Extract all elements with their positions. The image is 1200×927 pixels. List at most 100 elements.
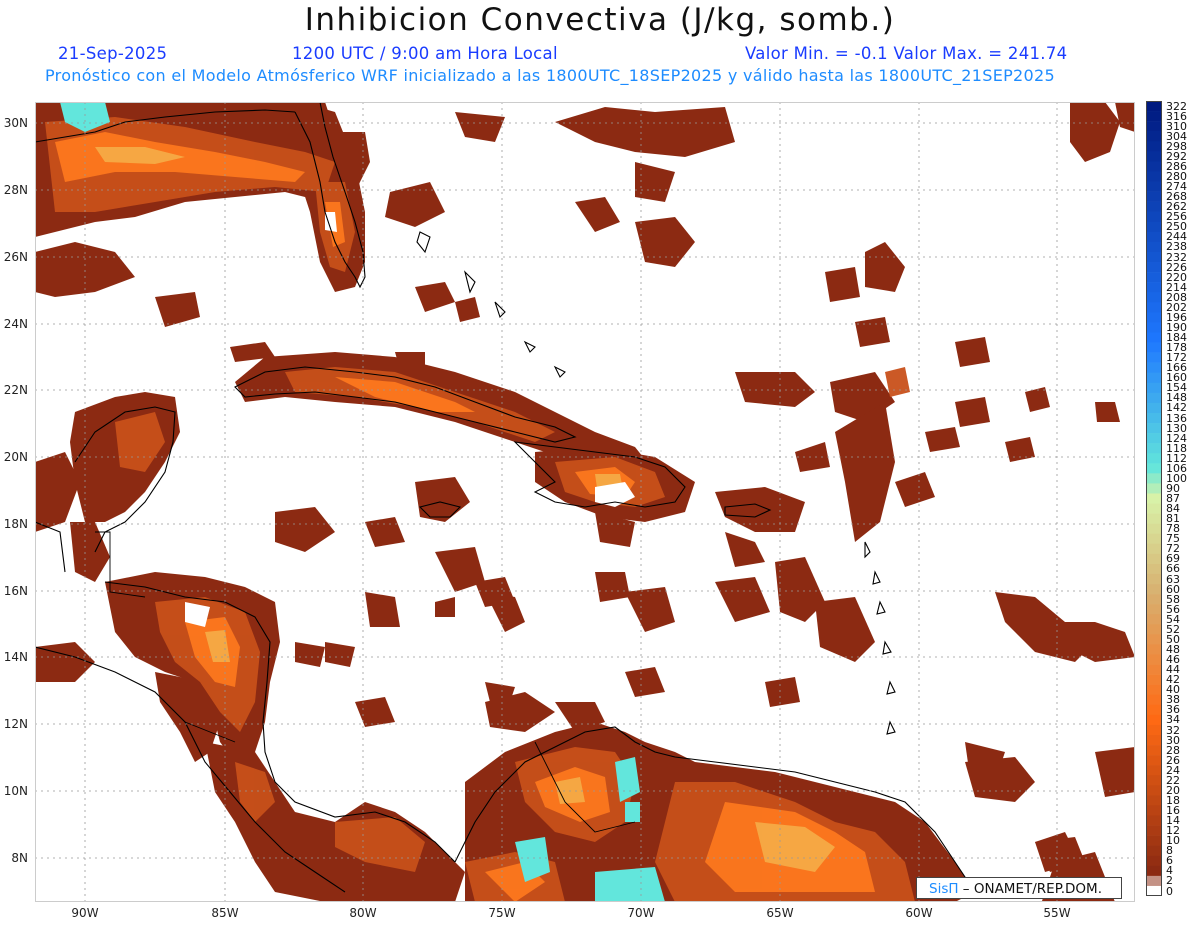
lat-label: 22N — [3, 383, 28, 397]
colorbar-swatch — [1146, 302, 1162, 313]
brand-logo: SisΠ — [929, 881, 959, 897]
colorbar-swatch — [1146, 332, 1162, 343]
lat-label: 10N — [3, 784, 28, 798]
colorbar-swatch — [1146, 171, 1162, 182]
colorbar-swatch — [1146, 433, 1162, 444]
colorbar-swatch — [1146, 262, 1162, 273]
colorbar-swatch — [1146, 835, 1162, 846]
forecast-date: 21-Sep-2025 — [58, 44, 168, 63]
colorbar-swatch — [1146, 765, 1162, 776]
colorbar-swatch — [1146, 503, 1162, 514]
min-max-values: Valor Min. = -0.1 Valor Max. = 241.74 — [745, 44, 1068, 63]
credit-box: SisΠ – ONAMET/REP.DOM. — [916, 877, 1122, 899]
colorbar-swatch — [1146, 111, 1162, 122]
colorbar-swatch — [1146, 121, 1162, 132]
colorbar-swatch — [1146, 101, 1162, 112]
colorbar-swatch — [1146, 573, 1162, 585]
colorbar-swatch — [1146, 201, 1162, 212]
colorbar-swatch — [1146, 563, 1162, 575]
colorbar-swatch — [1146, 131, 1162, 142]
lon-label: 70W — [627, 906, 655, 920]
colorbar-swatch — [1146, 483, 1162, 494]
colorbar-swatch — [1146, 352, 1162, 363]
colorbar-swatch — [1146, 684, 1162, 696]
colorbar-swatch — [1146, 463, 1162, 474]
lat-label: 24N — [3, 317, 28, 331]
colorbar-swatch — [1146, 584, 1162, 595]
colorbar-swatch — [1146, 312, 1162, 323]
colorbar-swatch — [1146, 714, 1162, 726]
colorbar-swatch — [1146, 372, 1162, 384]
lat-label: 30N — [3, 116, 28, 130]
lat-label: 26N — [3, 250, 28, 264]
colorbar-swatch — [1146, 845, 1162, 857]
colorbar-swatch — [1146, 211, 1162, 223]
colorbar-swatch — [1146, 342, 1162, 353]
colorbar-swatch — [1146, 654, 1162, 665]
colorbar-swatch — [1146, 533, 1162, 545]
colorbar-swatch — [1146, 624, 1162, 635]
colorbar-swatch — [1146, 161, 1162, 172]
colorbar-swatch — [1146, 141, 1162, 152]
colorbar-swatch — [1146, 423, 1162, 434]
colorbar-swatch — [1146, 704, 1162, 716]
lon-label: 80W — [349, 906, 377, 920]
colorbar-swatch — [1146, 745, 1162, 756]
colorbar-swatch — [1146, 453, 1162, 464]
colorbar-swatch — [1146, 191, 1162, 202]
colorbar-swatch — [1146, 151, 1162, 162]
colorbar-swatch — [1146, 382, 1162, 394]
cin-map — [35, 102, 1135, 902]
colorbar-swatch — [1146, 523, 1162, 535]
lat-label: 28N — [3, 183, 28, 197]
colorbar-swatch — [1146, 292, 1162, 303]
lat-label: 14N — [3, 650, 28, 664]
colorbar-swatch — [1146, 664, 1162, 675]
forecast-time: 1200 UTC / 9:00 am Hora Local — [292, 44, 558, 63]
colorbar-swatch — [1146, 231, 1162, 243]
colorbar-swatch — [1146, 855, 1162, 867]
lon-label: 55W — [1043, 906, 1071, 920]
colorbar-swatch — [1146, 322, 1162, 333]
lon-label: 65W — [766, 906, 794, 920]
credit-text: – ONAMET/REP.DOM. — [958, 881, 1102, 897]
colorbar-swatch — [1146, 392, 1162, 404]
colorbar-swatch — [1146, 251, 1162, 263]
colorbar-swatch — [1146, 362, 1162, 374]
model-description: Pronóstico con el Modelo Atmósferico WRF… — [45, 66, 1055, 85]
colorbar-swatch — [1146, 272, 1162, 283]
lon-label: 90W — [71, 906, 99, 920]
colorbar-swatch — [1146, 493, 1162, 504]
lon-label: 60W — [905, 906, 933, 920]
colorbar-swatch — [1146, 221, 1162, 233]
colorbar-swatch — [1146, 513, 1162, 524]
lat-label: 16N — [3, 584, 28, 598]
colorbar-swatch — [1146, 775, 1162, 786]
colorbar-swatch — [1146, 412, 1162, 424]
colorbar-swatch — [1146, 875, 1162, 887]
colorbar-swatch — [1146, 724, 1162, 736]
colorbar — [1146, 101, 1162, 897]
colorbar-swatch — [1146, 614, 1162, 625]
colorbar-swatch — [1146, 825, 1162, 836]
colorbar-swatch — [1146, 181, 1162, 192]
lat-label: 20N — [3, 450, 28, 464]
colorbar-label: 0 — [1166, 884, 1173, 898]
colorbar-swatch — [1146, 594, 1162, 605]
colorbar-swatch — [1146, 885, 1162, 897]
colorbar-swatch — [1146, 815, 1162, 826]
colorbar-swatch — [1146, 634, 1162, 645]
colorbar-swatch — [1146, 674, 1162, 685]
colorbar-swatch — [1146, 473, 1162, 484]
colorbar-swatch — [1146, 755, 1162, 766]
colorbar-swatch — [1146, 443, 1162, 454]
colorbar-swatch — [1146, 644, 1162, 655]
colorbar-swatch — [1146, 241, 1162, 253]
colorbar-swatch — [1146, 553, 1162, 565]
lat-label: 18N — [3, 517, 28, 531]
lat-label: 8N — [11, 851, 28, 865]
colorbar-swatch — [1146, 734, 1162, 746]
lon-label: 85W — [211, 906, 239, 920]
map-title: Inhibicion Convectiva (J/kg, somb.) — [304, 2, 896, 38]
colorbar-swatch — [1146, 604, 1162, 615]
